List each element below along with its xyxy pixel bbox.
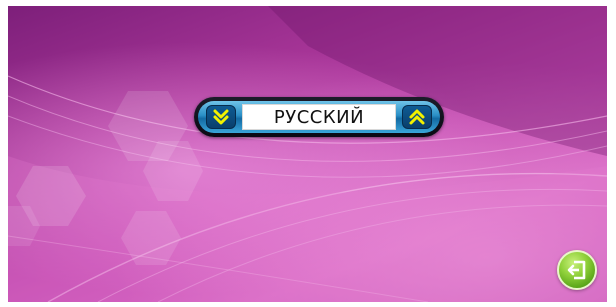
previous-language-button[interactable] — [206, 105, 236, 129]
current-language-label: РУССКИЙ — [242, 104, 396, 130]
language-settings-screen: РУССКИЙ — [8, 6, 607, 302]
language-selector: РУССКИЙ — [194, 97, 444, 137]
back-button[interactable] — [557, 250, 597, 290]
screen-frame: РУССКИЙ — [0, 0, 616, 307]
double-chevron-up-icon — [409, 109, 425, 125]
background-decoration — [8, 6, 607, 302]
return-back-icon — [567, 260, 586, 280]
double-chevron-down-icon — [213, 109, 229, 125]
next-language-button[interactable] — [402, 105, 432, 129]
